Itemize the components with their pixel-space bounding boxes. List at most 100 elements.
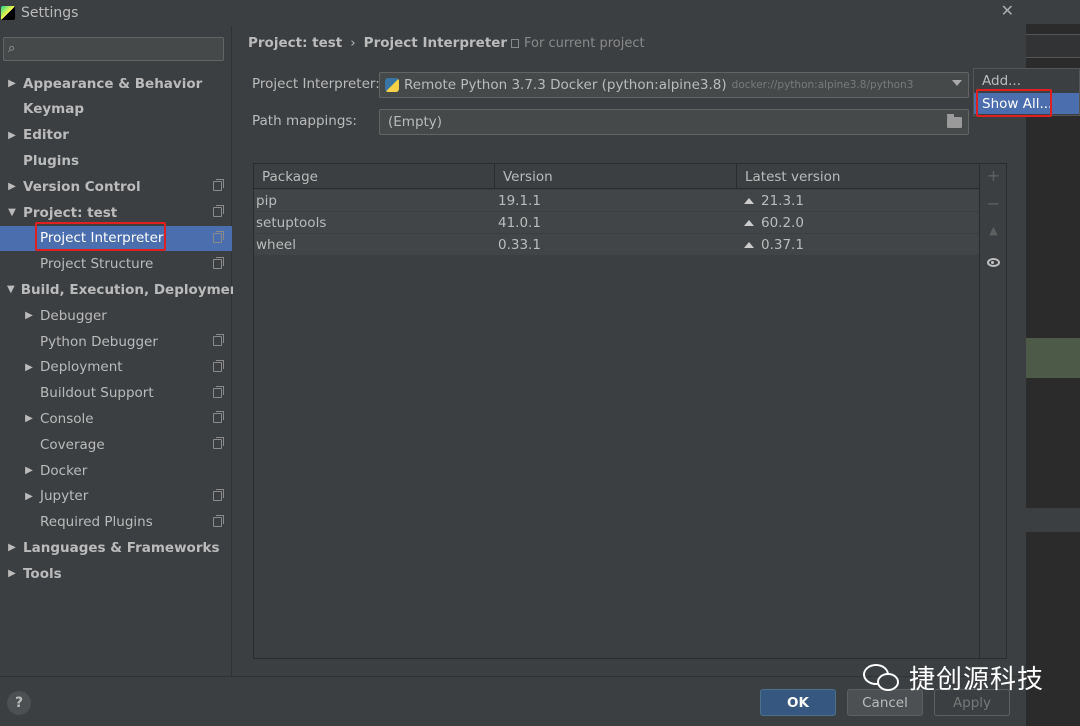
- help-button[interactable]: ?: [7, 691, 31, 715]
- latest-version-cell: 0.37.1: [744, 234, 804, 256]
- package-name-cell: pip: [256, 193, 277, 209]
- interpreter-combobox[interactable]: Remote Python 3.7.3 Docker (python:alpin…: [379, 72, 969, 98]
- settings-sidebar: ⌕ ▶ Appearance & Behavior Keymap ▶ Editor Plu…: [0, 26, 246, 676]
- latest-version-cell: 21.3.1: [744, 190, 804, 212]
- sidebar-item-coverage[interactable]: Coverage: [0, 432, 232, 457]
- sidebar-item-version-control[interactable]: ▶ Version Control: [0, 174, 232, 199]
- upgrade-available-icon: [744, 220, 754, 226]
- chevron-right-icon[interactable]: ▶: [7, 568, 17, 579]
- eye-icon[interactable]: [987, 258, 1000, 267]
- latest-version-cell: 60.2.0: [744, 212, 804, 234]
- project-scope-icon: [213, 359, 224, 372]
- sidebar-item-label: Python Debugger: [40, 333, 158, 350]
- sidebar-item-label: Deployment: [40, 359, 123, 376]
- interpreter-value: Remote Python 3.7.3 Docker (python:alpin…: [404, 77, 727, 93]
- sidebar-item-label: Build, Execution, Deployment: [20, 281, 246, 298]
- chevron-right-icon[interactable]: ▶: [24, 362, 34, 373]
- pycharm-app-icon: [1, 6, 15, 20]
- watermark: 捷创源科技: [863, 659, 1044, 696]
- project-scope-icon: [213, 205, 224, 217]
- upgrade-package-icon[interactable]: ▲: [980, 224, 1007, 237]
- project-scope-icon: [213, 385, 224, 398]
- ok-button[interactable]: OK: [760, 689, 836, 716]
- scope-indicator: For current project: [511, 36, 645, 51]
- window-title: Settings: [21, 5, 79, 21]
- sidebar-item-deployment[interactable]: ▶ Deployment: [0, 355, 232, 380]
- sidebar-item-label: Appearance & Behavior: [23, 75, 203, 92]
- sidebar-item-tools[interactable]: ▶ Tools: [0, 561, 232, 586]
- breadcrumb-current: Project Interpreter: [363, 35, 508, 51]
- table-row[interactable]: wheel 0.33.1 0.37.1: [254, 234, 980, 256]
- table-toolbar: + − ▲: [979, 164, 1006, 658]
- settings-main-panel: Project: test › Project Interpreter For …: [233, 26, 1026, 676]
- column-header-latest-version[interactable]: Latest version: [737, 164, 980, 189]
- chevron-right-icon[interactable]: ▶: [24, 413, 34, 424]
- chevron-down-icon[interactable]: ▼: [7, 284, 15, 295]
- sidebar-item-build-execution-deployment[interactable]: ▼ Build, Execution, Deployment: [0, 277, 246, 302]
- sidebar-item-project-structure[interactable]: Project Structure: [0, 252, 232, 277]
- breadcrumb: Project: test › Project Interpreter: [248, 35, 507, 51]
- settings-search-input[interactable]: [26, 40, 216, 58]
- sidebar-item-python-debugger[interactable]: Python Debugger: [0, 329, 232, 354]
- highlight-box-show-all: [976, 89, 1052, 117]
- sidebar-item-keymap[interactable]: Keymap: [0, 97, 232, 122]
- latest-version-value: 60.2.0: [761, 215, 804, 231]
- package-name-cell: wheel: [256, 237, 296, 253]
- sidebar-item-buildout-support[interactable]: Buildout Support: [0, 381, 232, 406]
- package-version-cell: 19.1.1: [498, 193, 541, 209]
- chevron-right-icon[interactable]: ▶: [24, 310, 34, 321]
- project-scope-icon: [213, 230, 224, 243]
- sidebar-item-label: Buildout Support: [40, 385, 154, 402]
- breadcrumb-parent[interactable]: Project: test: [248, 35, 342, 51]
- latest-version-value: 0.37.1: [761, 237, 804, 253]
- sidebar-item-editor[interactable]: ▶ Editor: [0, 123, 232, 148]
- sidebar-item-jupyter[interactable]: ▶ Jupyter: [0, 484, 232, 509]
- table-header: Package Version Latest version: [254, 164, 980, 189]
- table-row[interactable]: pip 19.1.1 21.3.1: [254, 190, 980, 212]
- chevron-right-icon[interactable]: ▶: [7, 542, 17, 553]
- close-icon[interactable]: ✕: [1001, 1, 1014, 20]
- project-scope-icon: [511, 39, 519, 48]
- chevron-down-icon[interactable]: ▼: [7, 207, 17, 218]
- sidebar-item-label: Project: test: [23, 204, 118, 221]
- sidebar-item-label: Editor: [23, 127, 69, 144]
- column-header-version[interactable]: Version: [495, 164, 737, 189]
- title-bar: Settings ✕: [0, 0, 1026, 26]
- chevron-right-icon[interactable]: ▶: [7, 181, 17, 192]
- chevron-right-icon[interactable]: ▶: [24, 465, 34, 476]
- packages-table-container: Package Version Latest version pip 19.1.1…: [253, 163, 1007, 659]
- sidebar-item-label: Project Structure: [40, 256, 154, 273]
- sidebar-item-label: Languages & Frameworks: [23, 539, 220, 556]
- sidebar-item-console[interactable]: ▶ Console: [0, 406, 232, 431]
- chevron-down-icon[interactable]: [952, 80, 962, 86]
- sidebar-item-plugins[interactable]: Plugins: [0, 148, 232, 173]
- project-scope-icon: [213, 334, 224, 346]
- table-row[interactable]: setuptools 41.0.1 60.2.0: [254, 212, 980, 234]
- interpreter-path: docker://python:alpine3.8/python3: [731, 79, 914, 91]
- settings-search-box[interactable]: ⌕: [3, 37, 224, 61]
- sidebar-item-appearance-behavior[interactable]: ▶ Appearance & Behavior: [0, 71, 232, 96]
- sidebar-item-label: Coverage: [40, 436, 105, 453]
- sidebar-item-languages-frameworks[interactable]: ▶ Languages & Frameworks: [0, 535, 232, 560]
- package-name-cell: setuptools: [256, 215, 327, 231]
- folder-icon[interactable]: [947, 114, 962, 128]
- remove-package-icon[interactable]: −: [980, 194, 1007, 213]
- breadcrumb-separator: ›: [350, 35, 356, 51]
- chevron-right-icon[interactable]: ▶: [7, 78, 17, 89]
- project-scope-icon: [213, 179, 224, 192]
- sidebar-item-label: Plugins: [23, 152, 80, 169]
- path-mappings-field[interactable]: (Empty): [379, 109, 969, 135]
- sidebar-item-docker[interactable]: ▶ Docker: [0, 458, 232, 483]
- python-icon: [385, 78, 399, 92]
- latest-version-value: 21.3.1: [761, 193, 804, 209]
- chevron-right-icon[interactable]: ▶: [24, 491, 34, 502]
- chevron-right-icon[interactable]: ▶: [7, 130, 17, 141]
- highlight-box-project-interpreter: [35, 222, 166, 251]
- column-header-package[interactable]: Package: [254, 164, 495, 189]
- popup-item-add[interactable]: Add...: [974, 70, 1079, 91]
- sidebar-item-label: Version Control: [23, 178, 141, 195]
- sidebar-item-required-plugins[interactable]: Required Plugins: [0, 510, 232, 535]
- project-scope-icon: [213, 488, 224, 501]
- add-package-icon[interactable]: +: [980, 166, 1007, 185]
- sidebar-item-debugger[interactable]: ▶ Debugger: [0, 303, 232, 328]
